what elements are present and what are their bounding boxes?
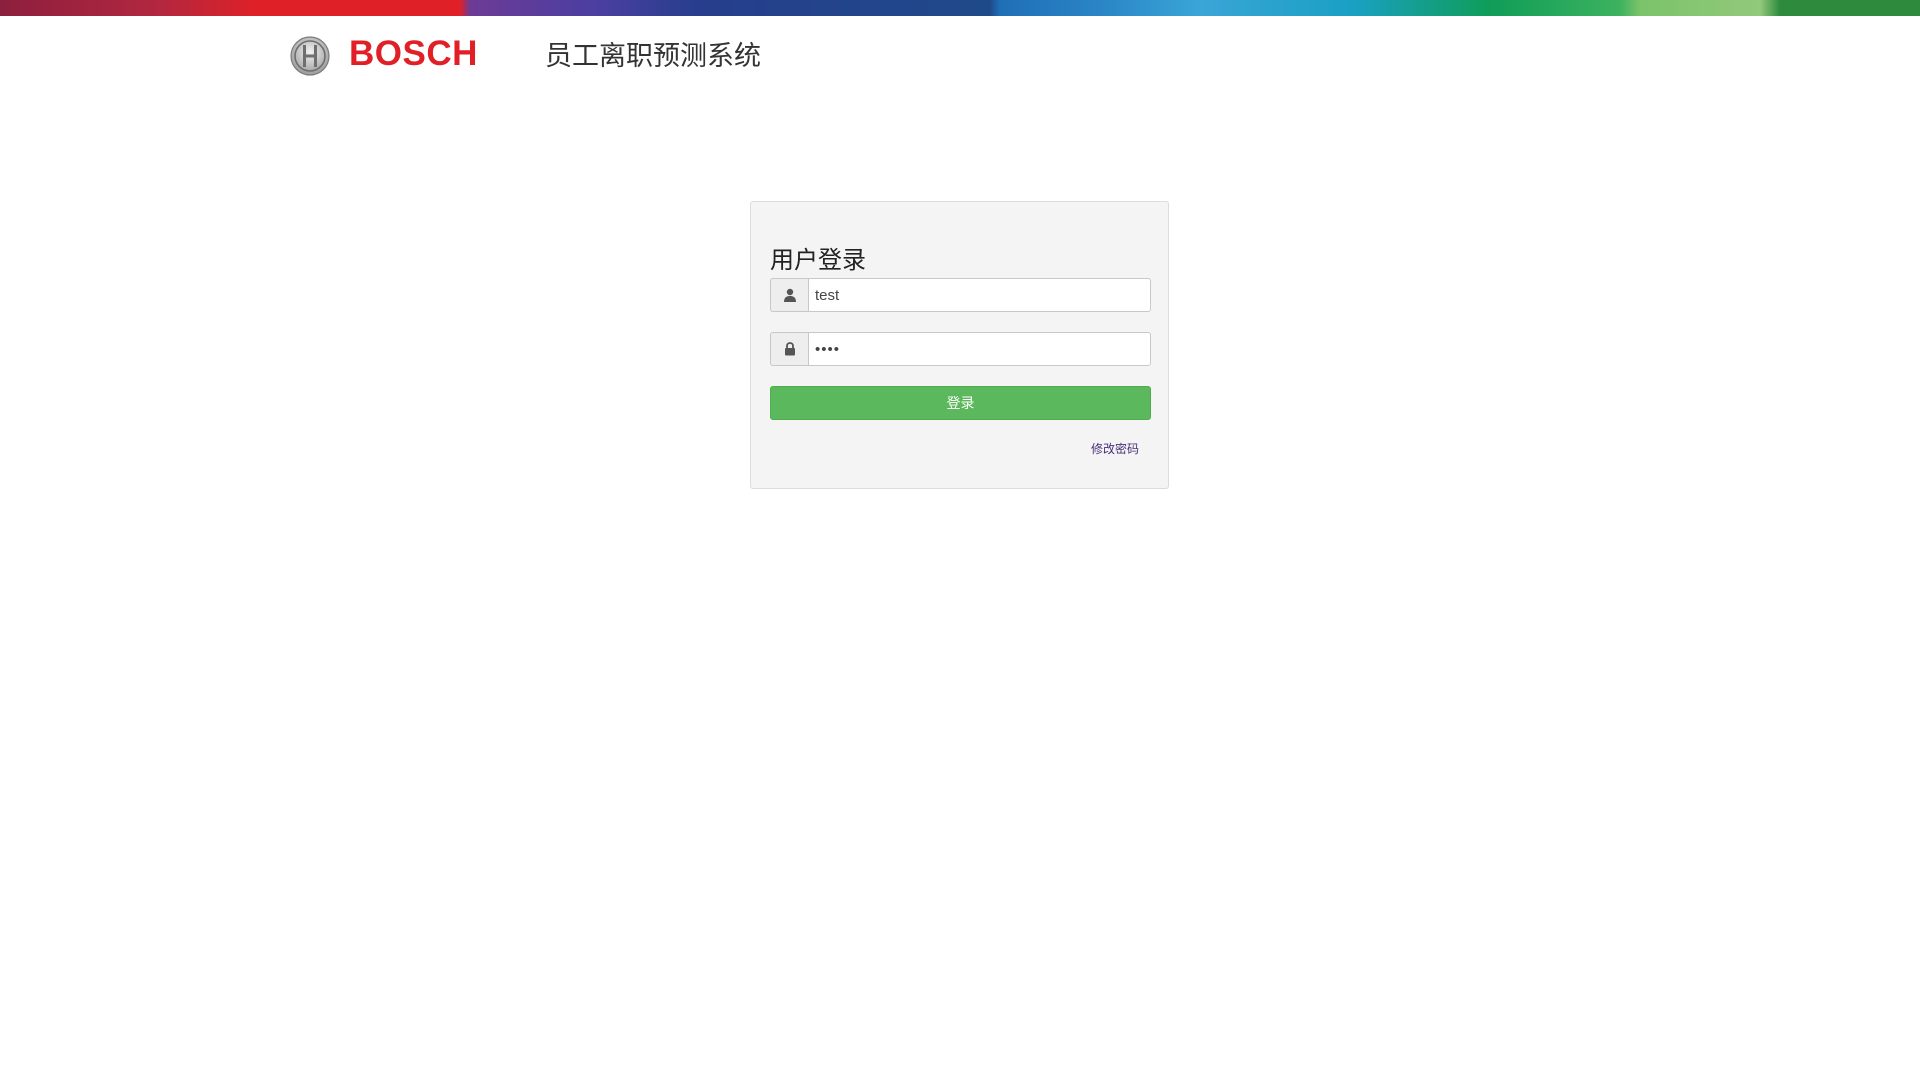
bosch-logo-icon (290, 36, 330, 76)
password-input[interactable] (808, 332, 1151, 366)
login-title: 用户登录 (770, 246, 866, 274)
change-password-link[interactable]: 修改密码 (1091, 440, 1139, 457)
brand-logo-text: BOSCH (349, 34, 478, 73)
username-input[interactable] (808, 278, 1151, 312)
brand-color-strip (0, 0, 1920, 16)
app-title: 员工离职预测系统 (545, 41, 761, 72)
username-group (770, 278, 1151, 312)
password-group (770, 332, 1151, 366)
login-panel: 用户登录 登录 修改密码 (750, 201, 1169, 489)
header: BOSCH 员工离职预测系统 (0, 16, 1920, 96)
username-addon (770, 278, 808, 312)
user-icon (783, 288, 796, 302)
lock-icon (784, 342, 795, 356)
password-addon (770, 332, 808, 366)
login-button[interactable]: 登录 (770, 386, 1151, 420)
